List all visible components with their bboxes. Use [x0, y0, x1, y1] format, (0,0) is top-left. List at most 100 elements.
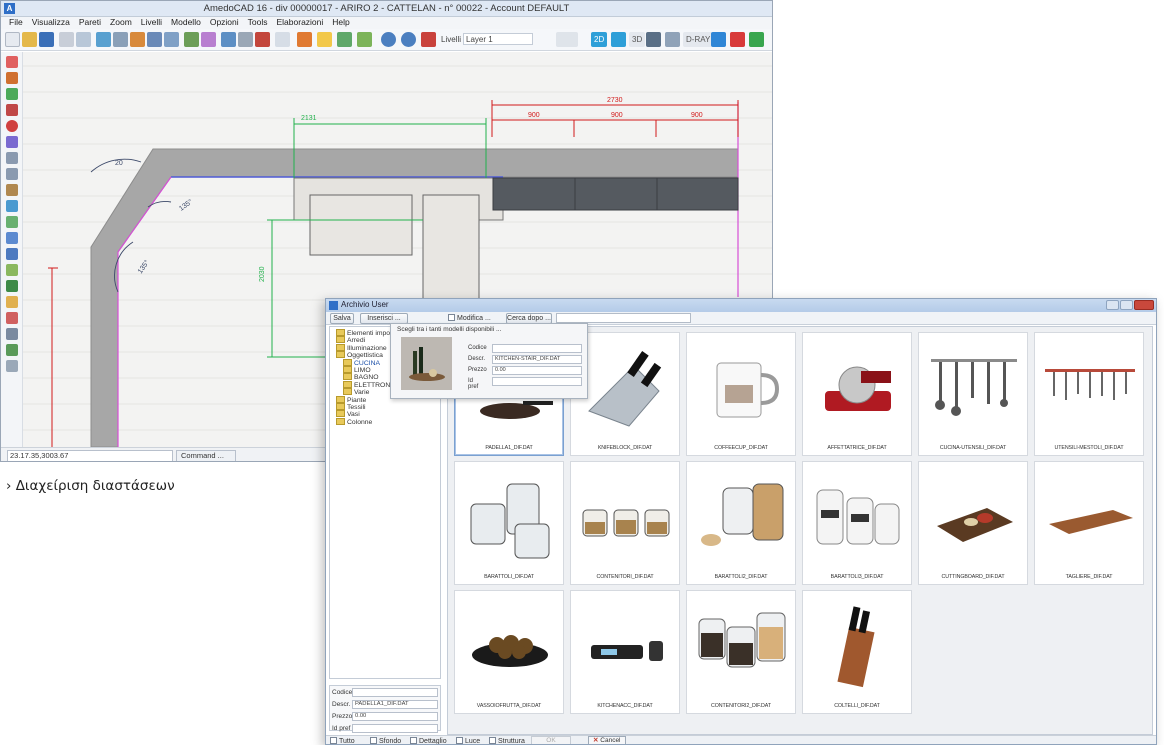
tree-item[interactable]: Vasi — [336, 410, 440, 418]
menu-help[interactable]: Help — [332, 17, 349, 29]
symbol-icon[interactable] — [6, 312, 18, 324]
settings-tool-icon[interactable] — [6, 360, 18, 372]
save-icon[interactable] — [39, 32, 54, 47]
menu-walls[interactable]: Pareti — [79, 17, 101, 29]
preview-icon[interactable] — [76, 32, 91, 47]
bars-icon[interactable] — [357, 32, 372, 47]
move-icon[interactable] — [6, 72, 18, 84]
search-input[interactable] — [556, 313, 691, 323]
export-c-icon[interactable] — [749, 32, 764, 47]
export-b-icon[interactable] — [730, 32, 745, 47]
tools-icon[interactable] — [255, 32, 270, 47]
render-icon[interactable] — [96, 32, 111, 47]
library-item[interactable]: AFFETTATRICE_DIF.DAT — [802, 332, 912, 456]
wireframe-icon[interactable] — [164, 32, 179, 47]
tree-item[interactable]: Colonne — [336, 418, 440, 426]
light-icon[interactable] — [665, 32, 680, 47]
save-button[interactable]: Salva — [330, 313, 354, 324]
ok-button[interactable]: OK — [531, 736, 571, 744]
highlight-icon[interactable] — [317, 32, 332, 47]
object-icon[interactable] — [147, 32, 162, 47]
texture-icon[interactable] — [201, 32, 216, 47]
new-file-icon[interactable] — [5, 32, 20, 47]
export-a-icon[interactable] — [711, 32, 726, 47]
library-item[interactable]: COFFEECUP_DIF.DAT — [686, 332, 796, 456]
layout-icon[interactable] — [221, 32, 236, 47]
library-item[interactable]: CONTENITORI_DIF.DAT — [570, 461, 680, 585]
window-icon[interactable] — [6, 184, 18, 196]
layer-tool-icon[interactable] — [6, 344, 18, 356]
menu-tools[interactable]: Tools — [248, 17, 268, 29]
print-icon[interactable] — [59, 32, 74, 47]
library-item[interactable]: COLTELLI_DIF.DAT — [802, 590, 912, 714]
price-field[interactable]: 0.00 — [352, 712, 438, 721]
close-icon[interactable] — [1134, 300, 1154, 310]
tooltip-field-label: Id pref — [468, 378, 479, 390]
option-structure-checkbox[interactable]: Struttura — [489, 737, 525, 744]
menu-levels[interactable]: Livelli — [141, 17, 162, 29]
rotate-icon[interactable] — [6, 88, 18, 100]
library-item[interactable]: CUCINA-UTENSILI_DIF.DAT — [918, 332, 1028, 456]
parallel-icon[interactable] — [6, 152, 18, 164]
description-field[interactable]: PADELLA1_DIF.DAT — [352, 700, 438, 709]
option-detail-checkbox[interactable]: Dettaglio — [410, 737, 447, 744]
grid-icon[interactable] — [275, 32, 290, 47]
table-icon[interactable] — [238, 32, 253, 47]
cancel-button[interactable]: Cancel — [588, 736, 626, 744]
view-3d-button[interactable]: 3D — [629, 32, 646, 47]
layer-select[interactable]: Layer 1 — [463, 33, 533, 45]
circle-icon[interactable] — [6, 120, 18, 132]
walls-icon[interactable] — [113, 32, 128, 47]
menu-processing[interactable]: Elaborazioni — [277, 17, 324, 29]
open-folder-icon[interactable] — [22, 32, 37, 47]
library-item[interactable]: CUTTINGBOARD_DIF.DAT — [918, 461, 1028, 585]
text-icon[interactable] — [6, 296, 18, 308]
measure-icon[interactable] — [6, 280, 18, 292]
option-all-checkbox[interactable]: Tutto — [330, 737, 355, 744]
menu-zoom[interactable]: Zoom — [110, 17, 132, 29]
floor-icon[interactable] — [6, 248, 18, 260]
library-item[interactable]: KITCHENACC_DIF.DAT — [570, 590, 680, 714]
split-view-icon[interactable] — [611, 32, 626, 47]
tree-item[interactable]: Tessili — [336, 403, 440, 411]
menu-file[interactable]: File — [9, 17, 23, 29]
redo-icon[interactable] — [401, 32, 416, 47]
view-2d-button[interactable]: 2D — [591, 32, 608, 47]
layers-icon[interactable] — [421, 32, 436, 47]
camera-icon[interactable] — [646, 32, 661, 47]
door-icon[interactable] — [6, 200, 18, 212]
library-item[interactable]: CONTENITORI2_DIF.DAT — [686, 590, 796, 714]
room-icon[interactable] — [6, 264, 18, 276]
draw-wall-icon[interactable] — [6, 56, 18, 68]
stairs-icon[interactable] — [6, 216, 18, 228]
column-icon[interactable] — [6, 232, 18, 244]
option-background-checkbox[interactable]: Sfondo — [370, 737, 401, 744]
library-item[interactable]: UTENSILI-MESTOLI_DIF.DAT — [1034, 332, 1144, 456]
library-item[interactable]: BARATTOLI2_DIF.DAT — [686, 461, 796, 585]
menu-options[interactable]: Opzioni — [210, 17, 239, 29]
undo-icon[interactable] — [381, 32, 396, 47]
snap-icon[interactable] — [297, 32, 312, 47]
menu-view[interactable]: Visualizza — [32, 17, 70, 29]
layer-settings-icon[interactable] — [556, 32, 578, 47]
id-pref-field[interactable] — [352, 724, 438, 733]
cube-icon[interactable] — [130, 32, 145, 47]
library-item[interactable]: TAGLIERE_DIF.DAT — [1034, 461, 1144, 585]
library-item[interactable]: VASSOIOFRUTTA_DIF.DAT — [454, 590, 564, 714]
library-item[interactable]: BARATTOLI_DIF.DAT — [454, 461, 564, 585]
modify-checkbox[interactable]: Modifica ... — [448, 314, 491, 322]
chart-icon[interactable] — [337, 32, 352, 47]
code-field[interactable] — [352, 688, 438, 697]
material-icon[interactable] — [184, 32, 199, 47]
menu-model[interactable]: Modello — [171, 17, 201, 29]
minimize-icon[interactable] — [1106, 300, 1119, 310]
zoom-icon[interactable] — [6, 328, 18, 340]
option-light-checkbox[interactable]: Luce — [456, 737, 480, 744]
view-dray-button[interactable]: D-RAY — [683, 32, 714, 47]
command-input[interactable]: Command ... — [176, 450, 236, 461]
arc-icon[interactable] — [6, 136, 18, 148]
maximize-icon[interactable] — [1120, 300, 1133, 310]
perpendicular-icon[interactable] — [6, 168, 18, 180]
library-item[interactable]: BARATTOLI3_DIF.DAT — [802, 461, 912, 585]
edit-icon[interactable] — [6, 104, 18, 116]
